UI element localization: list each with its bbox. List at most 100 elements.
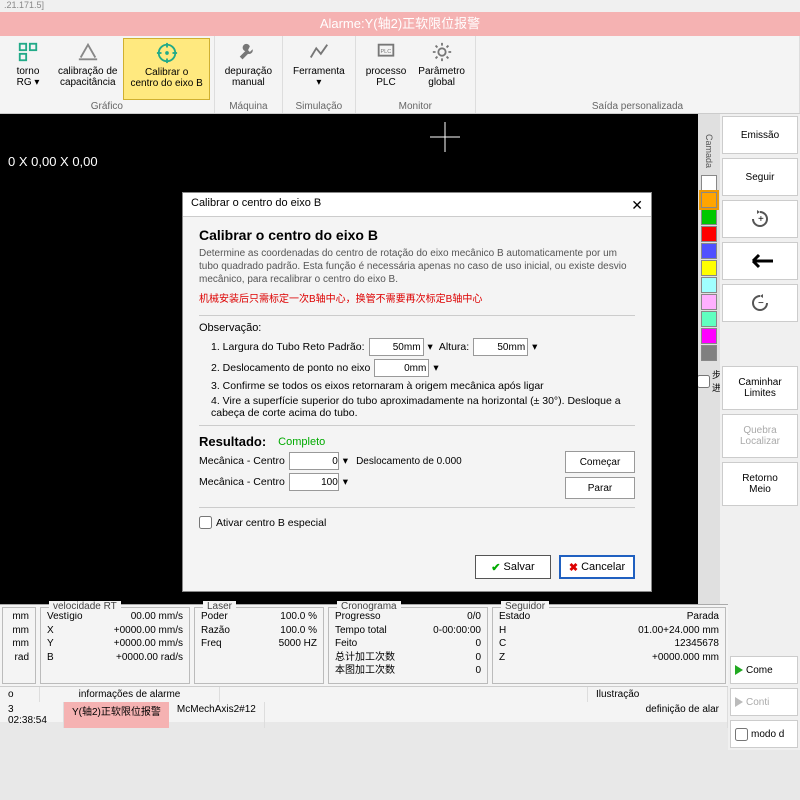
offset-input[interactable] xyxy=(374,359,429,377)
status-row: Y+0000.00 mm/s xyxy=(47,637,183,651)
color-swatch[interactable] xyxy=(701,175,717,191)
ribbon-plc[interactable]: PLC processo PLC xyxy=(360,38,413,100)
alarm-text: Y(轴2)正软限位报警 xyxy=(64,702,169,728)
ribbon-group-label: Monitor xyxy=(360,100,471,113)
color-swatch[interactable] xyxy=(701,243,717,259)
ribbon-group-label: Simulação xyxy=(287,100,351,113)
ribbon-calib-cap[interactable]: calibração de capacitância xyxy=(52,38,123,100)
ribbon-label: depuração manual xyxy=(225,66,272,88)
ribbon-label: torno RG ▾ xyxy=(17,66,40,88)
caminhar-button[interactable]: Caminhar Limites xyxy=(722,366,798,410)
canvas-coords: 0 X 0,00 X 0,00 xyxy=(8,154,98,169)
play-icon xyxy=(735,697,743,707)
right-actions: Come Conti modo d xyxy=(728,604,800,750)
crono-title: Cronograma xyxy=(337,601,401,612)
status-row: B+0000.00 rad/s xyxy=(47,651,183,665)
rotate-ccw-button[interactable]: − xyxy=(722,284,798,322)
dialog-warning: 机械安装后只需标定一次B轴中心，换管不需要再次标定B轴中心 xyxy=(199,290,635,305)
retorno-button[interactable]: Retorno Meio xyxy=(722,462,798,506)
obs-line1: 1. Largura do Tubo Reto Padrão: xyxy=(211,341,365,353)
bottom-info: o informações de alarme Ilustração 3 02:… xyxy=(0,686,728,722)
ribbon-group-label: Máquina xyxy=(219,100,278,113)
salvar-button[interactable]: ✔Salvar xyxy=(475,555,551,579)
status-row: 总计加工次数0 xyxy=(335,651,481,665)
laser-title: Laser xyxy=(203,601,236,612)
come-button[interactable]: Come xyxy=(730,656,798,684)
salvar-label: Salvar xyxy=(504,561,535,573)
color-swatch[interactable] xyxy=(701,226,717,242)
arrow-left-button[interactable] xyxy=(722,242,798,280)
status-row: Z+0000.000 mm xyxy=(499,651,719,665)
parar-button[interactable]: Parar xyxy=(565,477,635,499)
gear-icon xyxy=(430,40,454,64)
ribbon-label: Calibrar o centro do eixo B xyxy=(130,67,202,89)
dialog-title-text: Calibrar o centro do eixo B xyxy=(191,197,321,212)
close-icon[interactable]: ✕ xyxy=(631,197,643,212)
obs-line2: 2. Deslocamento de ponto no eixo xyxy=(211,362,370,374)
mech2-input[interactable] xyxy=(289,473,339,491)
alarm-banner: Alarme:Y(轴2)正软限位报警 xyxy=(0,12,800,36)
right-panel: Emissão Seguir + − Caminhar Limites Queb… xyxy=(720,114,800,604)
ribbon-group-label: Gráfico xyxy=(4,100,210,113)
plc-icon: PLC xyxy=(374,40,398,64)
ilustracao-label: Ilustração xyxy=(588,687,728,702)
grid-icon xyxy=(16,40,40,64)
comecar-button[interactable]: Começar xyxy=(565,451,635,473)
step-checkbox[interactable] xyxy=(697,375,710,388)
color-swatch[interactable] xyxy=(701,328,717,344)
mech2-label: Mecânica - Centro xyxy=(199,476,285,488)
seg-title: Seguidor xyxy=(501,601,549,612)
status-row: Progresso0/0 xyxy=(335,610,481,624)
modo-button[interactable]: modo d xyxy=(730,720,798,748)
time-label: 3 02:38:54 xyxy=(0,702,64,728)
obs-label: Observação: xyxy=(199,322,635,334)
wrench-icon xyxy=(236,40,260,64)
special-b-label: Ativar centro B especial xyxy=(216,517,326,529)
height-input[interactable] xyxy=(473,338,528,356)
color-swatch[interactable] xyxy=(701,209,717,225)
info-label: informações de alarme xyxy=(40,687,220,702)
status-row: Freq5000 HZ xyxy=(201,637,317,651)
color-swatch[interactable] xyxy=(701,192,717,208)
status-row: C12345678 xyxy=(499,637,719,651)
cancelar-label: Cancelar xyxy=(581,561,625,573)
svg-text:PLC: PLC xyxy=(380,49,391,55)
color-swatch[interactable] xyxy=(701,277,717,293)
ribbon-torno-rg[interactable]: torno RG ▾ xyxy=(4,38,52,100)
ribbon-param-global[interactable]: Parâmetro global xyxy=(412,38,471,100)
quebra-button[interactable]: Quebra Localizar xyxy=(722,414,798,458)
color-swatch[interactable] xyxy=(701,345,717,361)
status-row: Poder100.0 % xyxy=(201,610,317,624)
chart-icon xyxy=(307,40,331,64)
layer-color-strip: Camada 步进 xyxy=(698,114,720,604)
mech1-input[interactable] xyxy=(289,452,339,470)
status-row: 本图加工次数0 xyxy=(335,664,481,678)
obs-line3: 3. Confirme se todos os eixos retornaram… xyxy=(211,380,544,392)
emissao-button[interactable]: Emissão xyxy=(722,116,798,154)
svg-text:−: − xyxy=(758,298,764,309)
ribbon-ferramenta[interactable]: Ferramenta ▾ xyxy=(287,38,351,100)
target-icon xyxy=(155,41,179,65)
width-input[interactable] xyxy=(369,338,424,356)
special-b-checkbox[interactable] xyxy=(199,516,212,529)
mc-label: McMechAxis2#12 xyxy=(169,702,265,728)
rotate-cw-button[interactable]: + xyxy=(722,200,798,238)
ribbon-group-label: Saída personalizada xyxy=(480,100,795,113)
play-icon xyxy=(735,665,743,675)
ribbon-label: Ferramenta ▾ xyxy=(293,66,345,88)
color-swatch[interactable] xyxy=(701,294,717,310)
seguir-button[interactable]: Seguir xyxy=(722,158,798,196)
rotate-cw-icon: + xyxy=(749,208,771,230)
cancelar-button[interactable]: ✖Cancelar xyxy=(559,555,635,579)
ribbon-label: processo PLC xyxy=(366,66,407,88)
layer-label: Camada xyxy=(704,134,714,174)
ribbon-calib-b[interactable]: Calibrar o centro do eixo B xyxy=(123,38,209,100)
ribbon-debug-manual[interactable]: depuração manual xyxy=(219,38,278,100)
desl-label: Deslocamento de 0.000 xyxy=(356,456,462,467)
color-swatch[interactable] xyxy=(701,260,717,276)
conti-button[interactable]: Conti xyxy=(730,688,798,716)
dialog-heading: Calibrar o centro do eixo B xyxy=(199,227,635,243)
modo-checkbox[interactable] xyxy=(735,728,748,741)
color-swatch[interactable] xyxy=(701,311,717,327)
crosshair-icon xyxy=(430,122,460,155)
